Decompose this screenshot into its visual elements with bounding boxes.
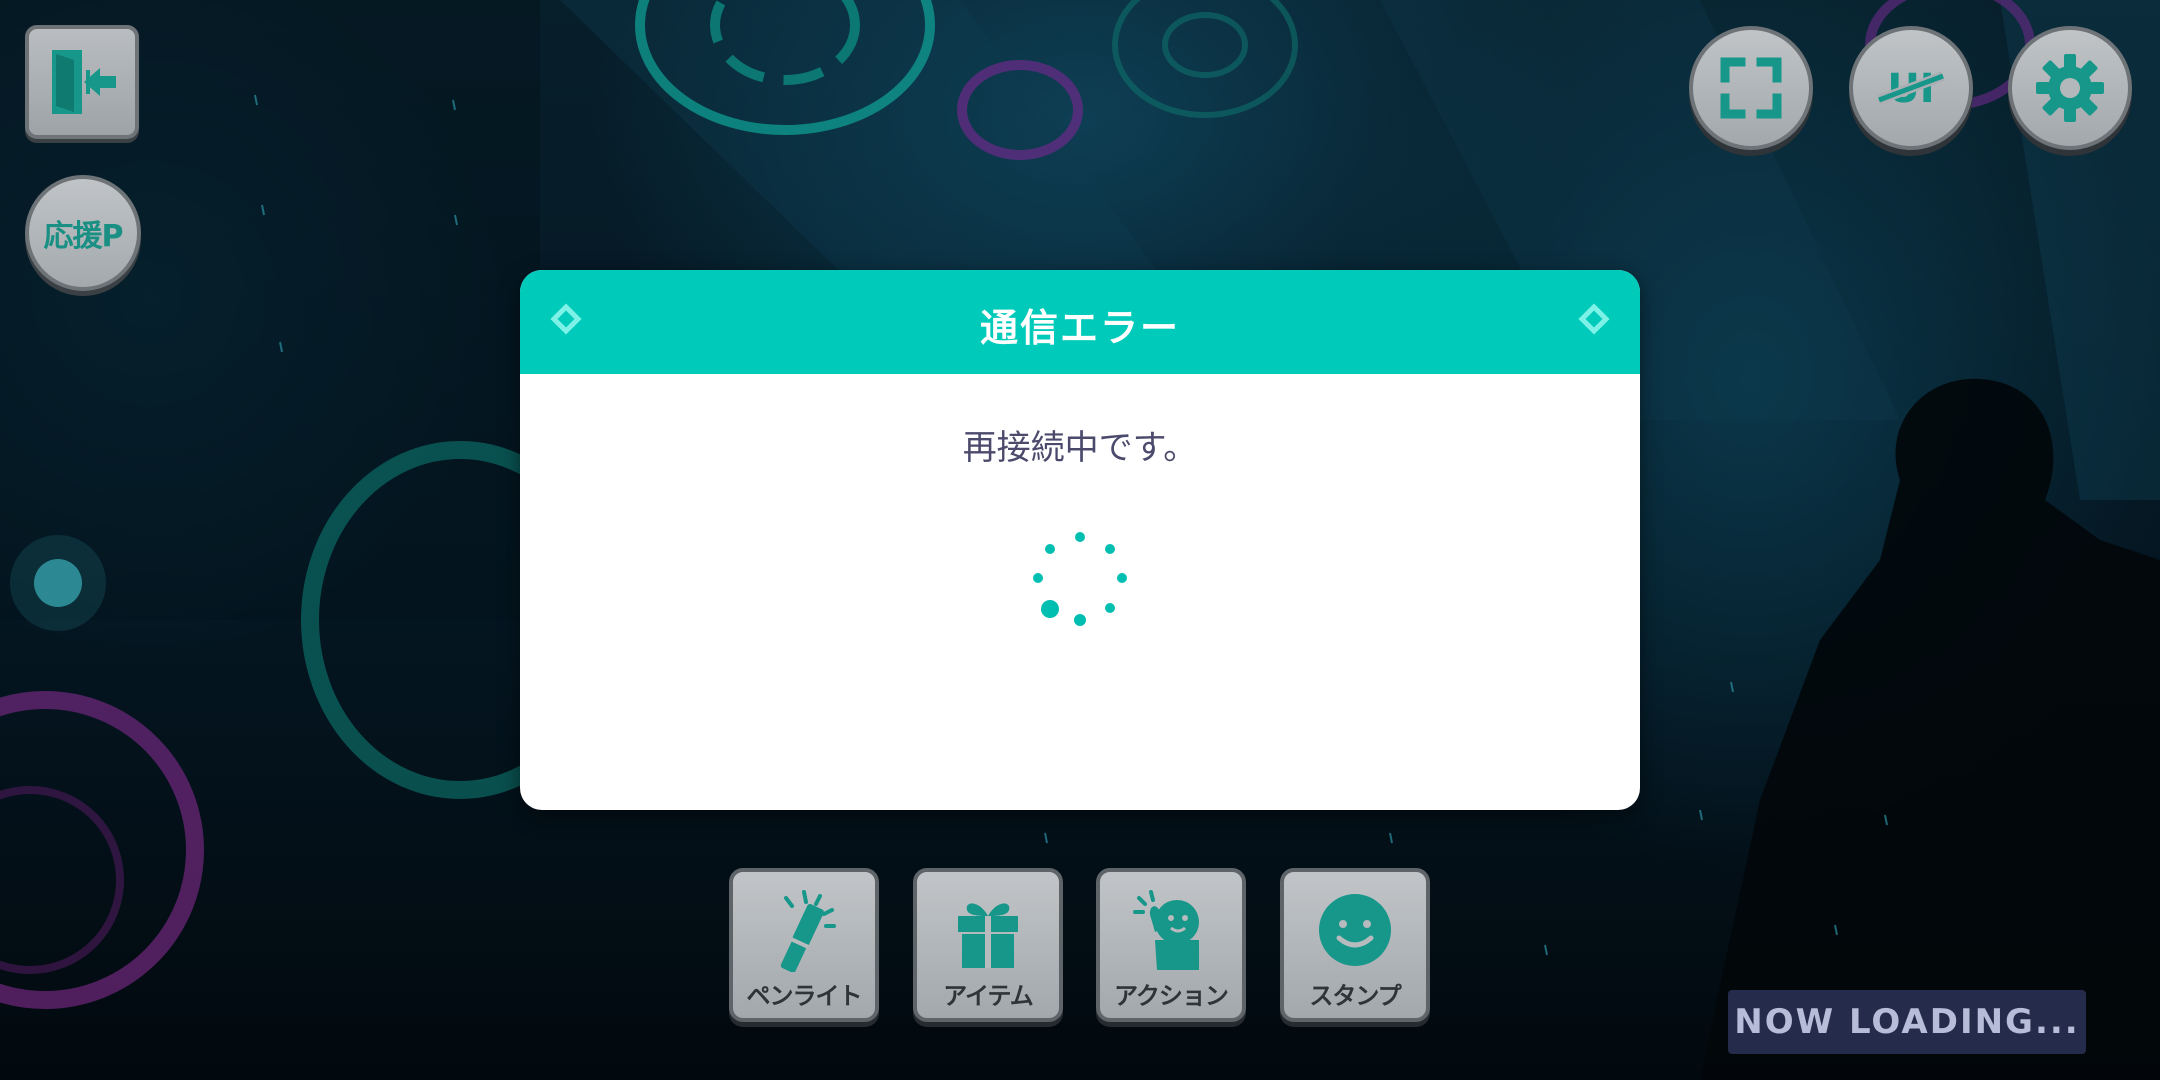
smiley-stamp-icon bbox=[1319, 894, 1391, 966]
item-button[interactable]: アイテム bbox=[913, 868, 1063, 1022]
exit-button[interactable] bbox=[25, 25, 139, 139]
support-points-label: 応援P bbox=[43, 219, 124, 254]
action-label: アクション bbox=[1114, 982, 1229, 1010]
stamp-label: スタンプ bbox=[1309, 982, 1401, 1010]
support-points-button[interactable]: 応援P bbox=[25, 175, 141, 291]
fullscreen-icon bbox=[1720, 57, 1782, 119]
stamp-button[interactable]: スタンプ bbox=[1280, 868, 1430, 1022]
now-loading-indicator: NOW LOADING... bbox=[1728, 990, 2086, 1054]
dialog-message: 再接続中です。 bbox=[962, 428, 1198, 468]
action-button[interactable]: アクション bbox=[1096, 868, 1246, 1022]
fullscreen-button[interactable] bbox=[1689, 26, 1813, 150]
action-pose-icon bbox=[1133, 890, 1199, 970]
penlight-button[interactable]: ペンライト bbox=[729, 868, 879, 1022]
dialog-title: 通信エラー bbox=[979, 306, 1180, 350]
exit-door-icon bbox=[52, 50, 116, 114]
penlight-icon bbox=[780, 890, 836, 972]
ui-toggle-button[interactable]: UI bbox=[1849, 26, 1973, 150]
item-label: アイテム bbox=[943, 982, 1034, 1010]
connection-error-dialog: 通信エラー 再接続中です。 bbox=[520, 270, 1640, 810]
gear-icon bbox=[2036, 54, 2104, 122]
settings-button[interactable] bbox=[2008, 26, 2132, 150]
ui-hide-icon: UI bbox=[1877, 66, 1945, 112]
gift-icon bbox=[958, 903, 1018, 968]
loading-spinner-icon bbox=[1033, 532, 1127, 626]
penlight-label: ペンライト bbox=[746, 982, 863, 1010]
